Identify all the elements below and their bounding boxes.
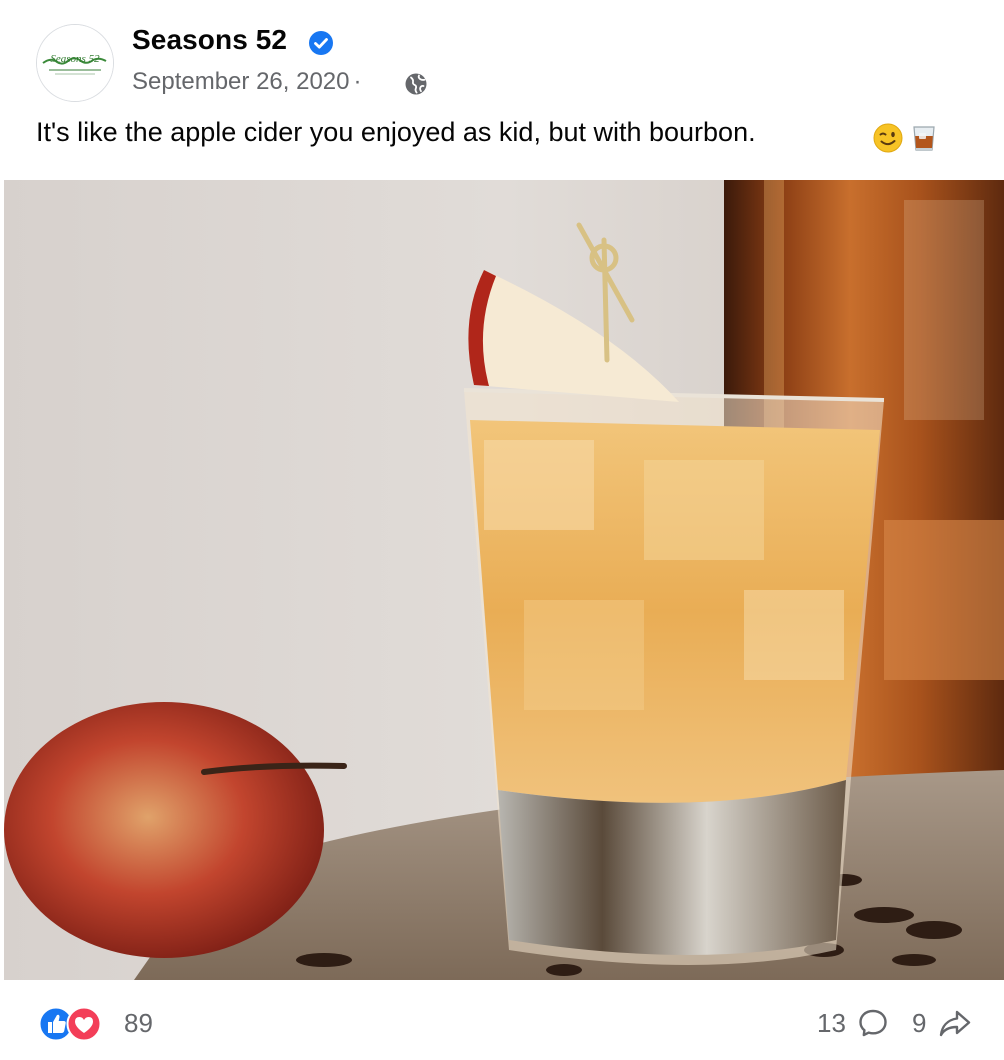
- facebook-post: Seasons 52 Seasons 52 September 26, 2020…: [0, 0, 1004, 1060]
- meta-separator: ·: [353, 68, 362, 95]
- post-date[interactable]: September 26, 2020: [132, 68, 350, 95]
- cocktail-image: [4, 180, 1004, 980]
- verified-badge-icon: [309, 31, 333, 55]
- winking-face-emoji: [873, 123, 903, 153]
- reaction-count[interactable]: 89: [124, 1008, 153, 1039]
- post-photo[interactable]: [4, 180, 1004, 980]
- reaction-icons[interactable]: [38, 1006, 118, 1042]
- post-caption: It's like the apple cider you enjoyed as…: [36, 117, 756, 147]
- love-icon: [66, 1006, 102, 1042]
- logo-text: Seasons 52: [50, 53, 100, 65]
- share-icon[interactable]: [938, 1008, 972, 1038]
- comment-count[interactable]: 13: [817, 1008, 846, 1039]
- share-count[interactable]: 9: [912, 1008, 926, 1039]
- seasons-52-logo: Seasons 52: [37, 25, 113, 101]
- page-name[interactable]: Seasons 52: [132, 24, 287, 56]
- globe-icon[interactable]: [404, 72, 428, 96]
- comment-icon[interactable]: [858, 1008, 888, 1038]
- tumbler-glass-emoji: [913, 126, 935, 151]
- post-meta: September 26, 2020 ·: [132, 68, 366, 96]
- page-avatar[interactable]: Seasons 52: [36, 24, 114, 102]
